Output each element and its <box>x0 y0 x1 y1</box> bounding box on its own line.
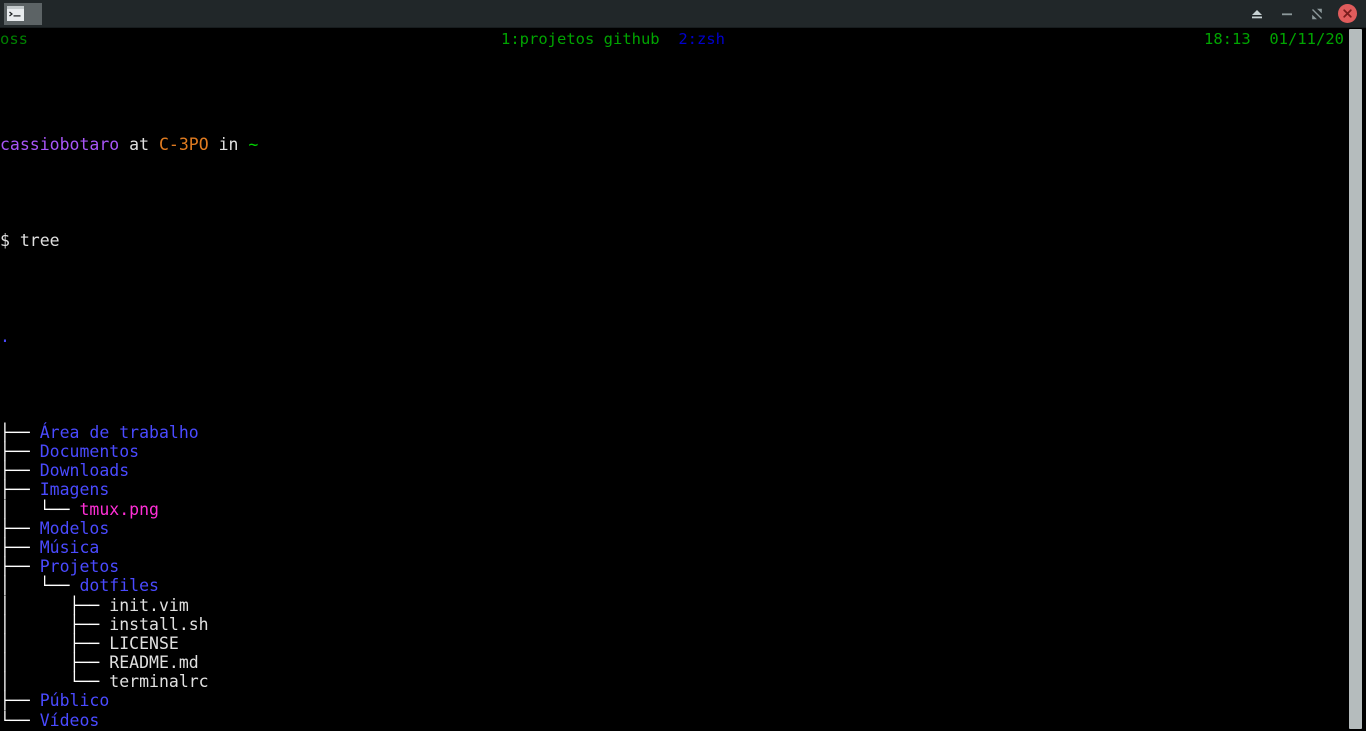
tree-root-label: . <box>0 326 10 346</box>
maximize-button[interactable] <box>1302 0 1332 28</box>
prompt-sep-1 <box>119 135 129 154</box>
tmux-session-name: oss <box>0 30 28 48</box>
tree-branch-glyph: │ ├── <box>0 653 110 673</box>
tree-directory-name: Música <box>39 537 100 557</box>
tmux-status-bar: oss 1:projetos github 2:zsh 18:13 01/11/… <box>0 28 1366 50</box>
tree-listing: ├── Área de trabalho ├── Documentos ├── Do… <box>0 423 1344 730</box>
tree-row: ├── Imagens <box>0 480 1344 499</box>
tree-file-name: README.md <box>109 653 199 673</box>
tree-file-name: install.sh <box>109 614 209 634</box>
tree-row: ├── Projetos <box>0 557 1344 576</box>
terminal-scrollbar-thumb[interactable] <box>1349 29 1362 729</box>
tree-directory-name: Modelos <box>39 518 110 538</box>
prompt-user: cassiobotaro <box>0 134 120 154</box>
prompt-host: C-3PO <box>158 134 209 154</box>
close-x-icon <box>1337 4 1357 23</box>
prompt-path: ~ <box>248 134 259 154</box>
tree-branch-glyph: ├── <box>0 422 40 442</box>
eject-button[interactable] <box>1242 0 1272 28</box>
tree-row: ├── Música <box>0 538 1344 557</box>
tree-row: │ ├── install.sh <box>0 615 1344 634</box>
tree-branch-glyph: └── <box>0 710 40 730</box>
tree-directory-name: dotfiles <box>79 576 159 596</box>
tree-directory-name: Vídeos <box>39 710 100 730</box>
terminal-output[interactable]: cassiobotaro at C-3PO in ~ $ tree . ├── … <box>0 58 1344 731</box>
tree-row: │ ├── README.md <box>0 653 1344 672</box>
minimize-button[interactable] <box>1272 0 1302 28</box>
window-titlebar <box>0 0 1366 28</box>
tmux-window-list: 1:projetos github 2:zsh <box>501 28 725 50</box>
tree-branch-glyph: ├── <box>0 557 40 577</box>
close-button[interactable] <box>1332 0 1362 28</box>
terminal-icon <box>4 2 42 25</box>
tree-row: │ └── tmux.png <box>0 500 1344 519</box>
tree-directory-name: Projetos <box>39 557 120 577</box>
prompt-in: in <box>218 134 239 154</box>
tmux-window-gap <box>660 30 679 48</box>
tree-branch-glyph: │ └── <box>0 672 110 692</box>
tree-branch-glyph: │ ├── <box>0 633 110 653</box>
prompt-line-first: cassiobotaro at C-3PO in ~ <box>0 135 1344 154</box>
tree-branch-glyph: │ ├── <box>0 614 110 634</box>
tmux-time: 18:13 <box>1204 30 1251 48</box>
tree-file-name: terminalrc <box>109 672 209 692</box>
tree-branch-glyph: ├── <box>0 442 40 461</box>
tree-branch-glyph: ├── <box>0 461 40 481</box>
tmux-clock-area: 18:13 01/11/20 <box>1204 28 1344 50</box>
tree-row: ├── Downloads <box>0 461 1344 480</box>
tree-directory-name: Área de trabalho <box>39 422 199 442</box>
tree-file-name: init.vim <box>109 595 189 615</box>
tree-directory-name: Público <box>39 691 110 711</box>
prompt-symbol: $ <box>0 230 10 250</box>
tmux-window-2[interactable]: 2:zsh <box>678 30 725 48</box>
tree-branch-glyph: ├── <box>0 691 40 711</box>
prompt-sep-4 <box>238 135 248 154</box>
tree-directory-name: Downloads <box>39 461 130 481</box>
tree-branch-glyph: ├── <box>0 537 40 557</box>
tree-row: ├── Modelos <box>0 519 1344 538</box>
tree-branch-glyph: ├── <box>0 480 40 500</box>
tree-row: │ └── dotfiles <box>0 576 1344 595</box>
terminal-window[interactable]: oss 1:projetos github 2:zsh 18:13 01/11/… <box>0 28 1366 731</box>
tmux-date: 01/11/20 <box>1269 30 1344 48</box>
tmux-window-1[interactable]: 1:projetos github <box>501 30 660 48</box>
tree-branch-glyph: ├── <box>0 518 40 538</box>
tree-row: │ └── terminalrc <box>0 672 1344 691</box>
command-text: tree <box>19 230 60 250</box>
tree-file-name: tmux.png <box>79 499 159 519</box>
terminal-scrollbar-track[interactable] <box>1344 28 1366 731</box>
prompt-sep-2 <box>149 135 159 154</box>
tree-row: └── Vídeos <box>0 711 1344 730</box>
tree-branch-glyph: │ └── <box>0 576 80 596</box>
tree-row: ├── Área de trabalho <box>0 423 1344 442</box>
tree-branch-glyph: │ └── <box>0 499 80 519</box>
tmux-gap <box>1251 30 1270 48</box>
tree-row: │ ├── init.vim <box>0 596 1344 615</box>
tree-directory-name: Imagens <box>39 480 110 500</box>
tree-directory-name: Documentos <box>39 442 140 461</box>
command-line: $ tree <box>0 231 1344 250</box>
tree-row: ├── Público <box>0 691 1344 710</box>
prompt-at: at <box>129 134 150 154</box>
tree-row: ├── Documentos <box>0 442 1344 461</box>
prompt-sep-3 <box>209 135 219 154</box>
command-gap <box>10 231 20 250</box>
tree-root: . <box>0 327 1344 346</box>
tree-file-name: LICENSE <box>109 633 179 653</box>
tree-row: │ ├── LICENSE <box>0 634 1344 653</box>
tree-branch-glyph: │ ├── <box>0 595 110 615</box>
